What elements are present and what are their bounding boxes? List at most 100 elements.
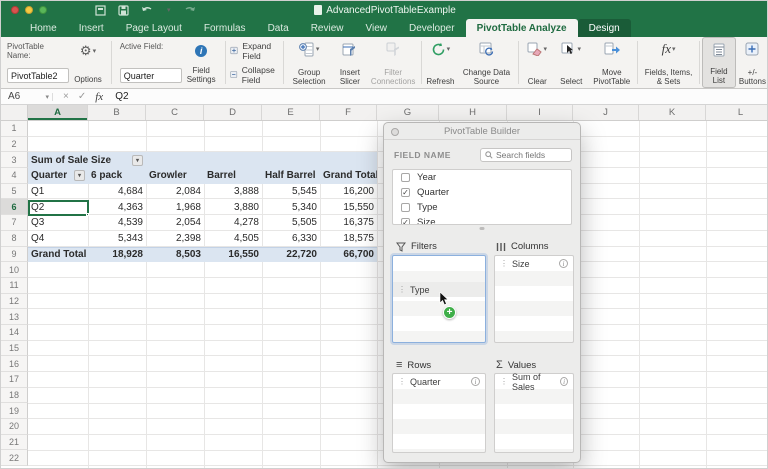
tab-pivottable-analyze[interactable]: PivotTable Analyze: [465, 19, 578, 37]
row-header-8[interactable]: 8: [1, 230, 28, 247]
value-cell[interactable]: 4,363: [88, 199, 146, 215]
size-filter-dropdown-icon[interactable]: ▾: [132, 154, 143, 166]
search-fields-box[interactable]: [480, 148, 572, 162]
value-cell[interactable]: 1,968: [146, 199, 204, 215]
field-settings-button[interactable]: i Field Settings: [184, 39, 219, 86]
field-row-size[interactable]: ✓ Size: [393, 215, 571, 224]
field-info-icon[interactable]: i: [560, 377, 568, 386]
value-cell[interactable]: 5,545: [262, 184, 320, 200]
field-info-icon[interactable]: i: [471, 377, 480, 386]
pivot-col-header[interactable]: Half Barrel: [262, 168, 320, 184]
undo-dropdown-arrow-icon[interactable]: ▾: [167, 6, 171, 14]
row-header-11[interactable]: 11: [1, 277, 28, 294]
collapse-field-button[interactable]: Collapse Field: [230, 65, 278, 85]
redo-icon[interactable]: [183, 5, 196, 16]
columns-drop-zone[interactable]: ⋮ Size i: [494, 255, 574, 343]
field-list-resize-handle[interactable]: [479, 227, 485, 230]
pivot-col-header[interactable]: Growler: [146, 168, 204, 184]
value-cell[interactable]: 4,278: [204, 215, 262, 231]
save-icon[interactable]: [118, 4, 129, 16]
pivot-col-header[interactable]: Grand Total: [320, 168, 377, 184]
row-header-14[interactable]: 14: [1, 324, 28, 341]
value-cell[interactable]: 6,330: [262, 231, 320, 247]
row-header-3[interactable]: 3: [1, 152, 28, 169]
column-header-G[interactable]: G: [377, 105, 439, 120]
builder-titlebar[interactable]: PivotTable Builder: [384, 123, 580, 140]
row-header-6[interactable]: 6: [1, 199, 28, 216]
column-header-E[interactable]: E: [262, 105, 320, 120]
value-cell[interactable]: 4,539: [88, 215, 146, 231]
value-cell[interactable]: 4,684: [88, 184, 146, 200]
undo-icon[interactable]: [141, 5, 154, 16]
field-row-type[interactable]: Type: [393, 200, 571, 215]
pivottable-name-input[interactable]: [7, 68, 69, 83]
rows-field-quarter[interactable]: ⋮ Quarter i: [393, 374, 485, 389]
values-field-sum-of-sales[interactable]: ⋮ Sum of Sales i: [495, 372, 573, 392]
value-cell[interactable]: 5,340: [262, 199, 320, 215]
column-header-J[interactable]: J: [573, 105, 639, 120]
new-document-icon[interactable]: [95, 4, 106, 16]
value-cell[interactable]: 18,575: [320, 231, 377, 247]
clear-button[interactable]: ▾ Clear: [520, 37, 554, 88]
active-field-input[interactable]: [119, 68, 182, 83]
active-cell-selection[interactable]: [28, 199, 89, 217]
field-checkbox-size[interactable]: ✓: [401, 218, 410, 224]
row-header-2[interactable]: 2: [1, 136, 28, 153]
value-cell[interactable]: 15,550: [320, 199, 377, 215]
tab-insert[interactable]: Insert: [68, 19, 115, 37]
columns-field-size[interactable]: ⋮ Size i: [495, 256, 573, 271]
total-value-cell[interactable]: 16,550: [204, 248, 262, 263]
cancel-entry-icon[interactable]: ×: [63, 91, 69, 102]
move-pivottable-button[interactable]: Move PivotTable: [588, 37, 635, 88]
field-checkbox-year[interactable]: [401, 173, 410, 182]
tab-developer[interactable]: Developer: [398, 19, 466, 37]
field-info-icon[interactable]: i: [559, 259, 568, 268]
value-cell[interactable]: 3,888: [204, 184, 262, 200]
fields-items-sets-button[interactable]: fx ▾ Fields, Items, & Sets: [640, 37, 697, 88]
total-value-cell[interactable]: 22,720: [262, 248, 320, 263]
insert-function-icon[interactable]: fx: [95, 91, 103, 103]
total-value-cell[interactable]: 66,700: [320, 248, 377, 263]
value-cell[interactable]: 2,084: [146, 184, 204, 200]
select-all-corner[interactable]: [1, 105, 28, 120]
field-list-button[interactable]: Field List: [701, 37, 736, 88]
pivot-corner-cell[interactable]: Sum of Sales: [28, 152, 88, 168]
pivot-col-header[interactable]: Barrel: [204, 168, 262, 184]
row-header-5[interactable]: 5: [1, 183, 28, 200]
row-header-16[interactable]: 16: [1, 356, 28, 372]
minimize-window-button[interactable]: [25, 6, 33, 14]
column-header-K[interactable]: K: [639, 105, 706, 120]
column-header-L[interactable]: L: [706, 105, 767, 120]
confirm-entry-icon[interactable]: ✓: [78, 91, 86, 102]
row-header-15[interactable]: 15: [1, 340, 28, 357]
row-header-22[interactable]: 22: [1, 450, 28, 467]
row-header-13[interactable]: 13: [1, 309, 28, 325]
value-cell[interactable]: 5,343: [88, 231, 146, 247]
tab-page-layout[interactable]: Page Layout: [115, 19, 193, 37]
value-cell[interactable]: 4,505: [204, 231, 262, 247]
column-header-B[interactable]: B: [88, 105, 146, 120]
refresh-button[interactable]: ▾ Refresh: [423, 37, 457, 88]
search-fields-input[interactable]: [496, 150, 566, 160]
field-row-quarter[interactable]: ✓ Quarter: [393, 185, 571, 200]
quarter-filter-dropdown-icon[interactable]: ▾: [74, 170, 85, 182]
group-selection-button[interactable]: ▾ Group Selection: [286, 37, 332, 88]
column-header-H[interactable]: H: [439, 105, 507, 120]
row-label-cell[interactable]: Q4: [28, 231, 88, 247]
tab-design[interactable]: Design: [577, 19, 631, 37]
name-box[interactable]: A6 ▾: [1, 91, 53, 102]
pivot-row-field-cell[interactable]: Quarter ▾: [28, 168, 88, 184]
field-checkbox-quarter[interactable]: ✓: [401, 188, 410, 197]
change-data-source-button[interactable]: Change Data Source: [457, 37, 515, 88]
column-header-D[interactable]: D: [204, 105, 262, 120]
grand-total-label-cell[interactable]: Grand Total: [28, 248, 88, 263]
row-header-9[interactable]: 9: [1, 246, 28, 263]
value-cell[interactable]: 5,505: [262, 215, 320, 231]
tab-data[interactable]: Data: [257, 19, 300, 37]
total-value-cell[interactable]: 8,503: [146, 248, 204, 263]
select-button[interactable]: ▾ Select: [554, 37, 588, 88]
name-box-dropdown-arrow-icon[interactable]: ▾: [45, 92, 53, 101]
row-header-7[interactable]: 7: [1, 215, 28, 231]
column-header-I[interactable]: I: [507, 105, 573, 120]
field-row-year[interactable]: Year: [393, 170, 571, 185]
